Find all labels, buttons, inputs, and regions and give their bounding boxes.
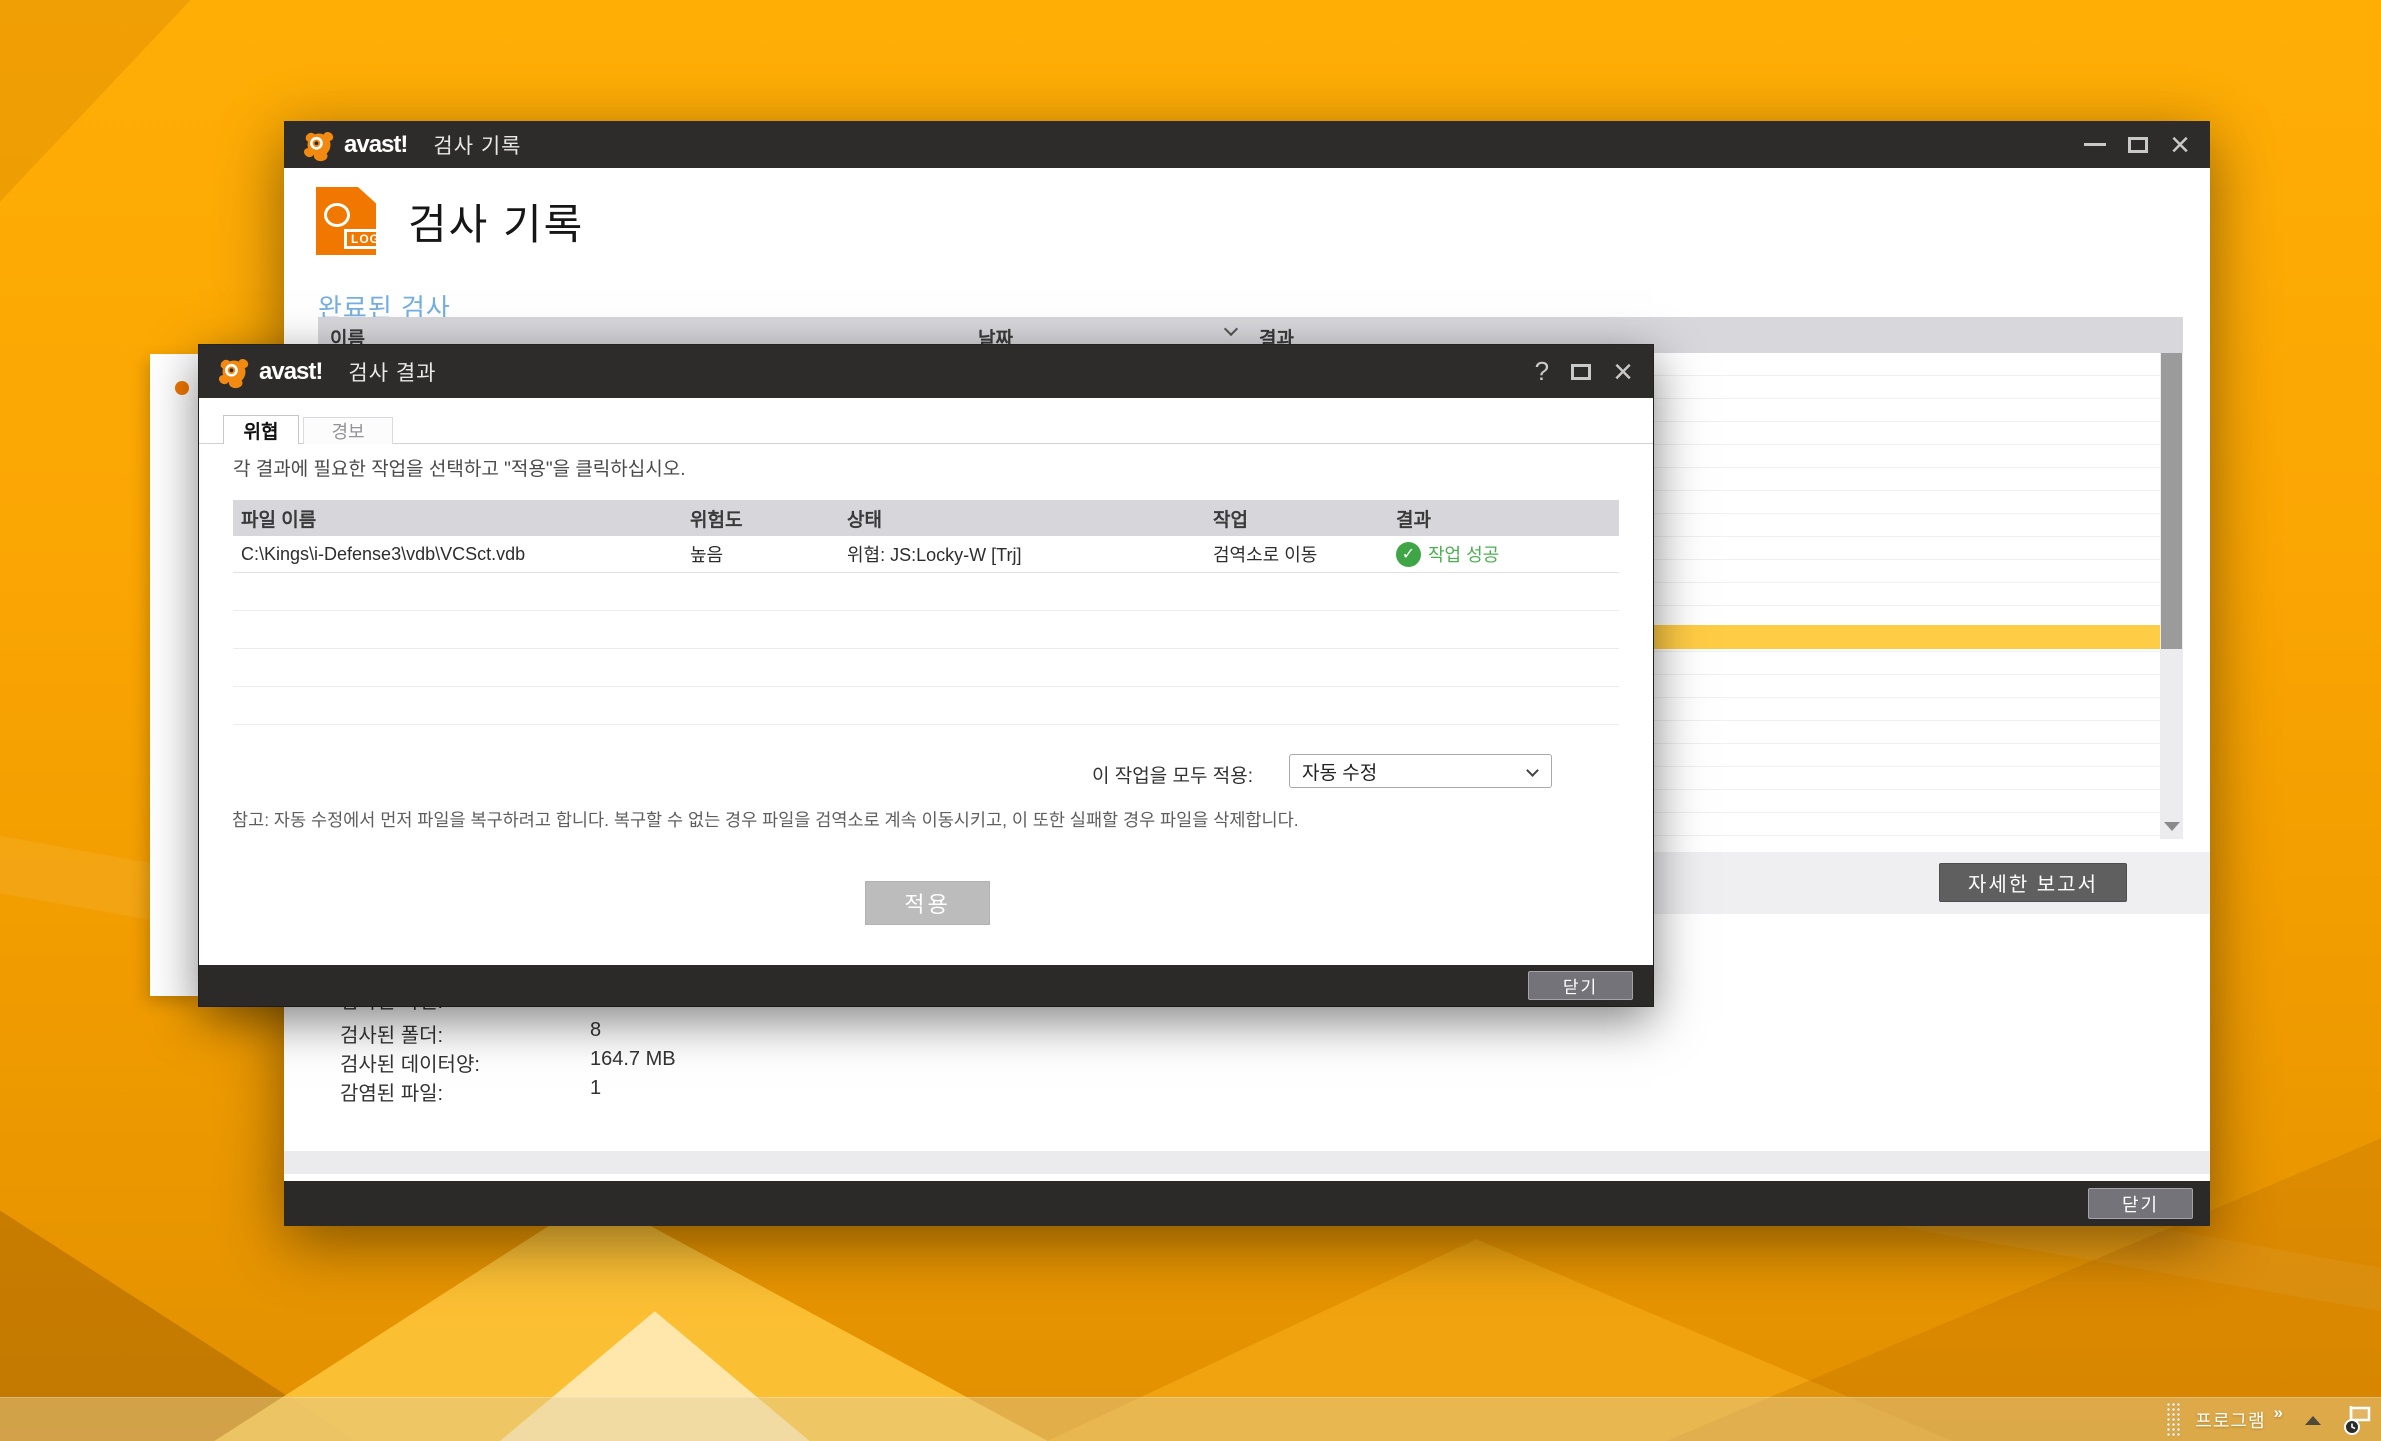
maximize-button[interactable] — [1571, 364, 1591, 380]
dialog-footer: 닫기 — [199, 965, 1653, 1006]
close-window-button[interactable]: × — [2170, 135, 2190, 155]
dialog-close-button[interactable]: 닫기 — [1528, 971, 1633, 1000]
chevron-down-icon — [1526, 764, 1539, 777]
avast-brand-text: avast! — [259, 358, 322, 386]
log-badge: LOG — [344, 229, 387, 249]
stat-label: 감염된 파일: — [340, 1077, 443, 1106]
selected-action: 자동 수정 — [1302, 758, 1377, 785]
desktop: 프로그램 » a — [0, 0, 2381, 1441]
sort-desc-icon[interactable] — [1224, 322, 1238, 336]
scan-log-icon: LOG — [316, 187, 376, 255]
empty-row — [233, 649, 1619, 687]
programs-toolbar-label[interactable]: 프로그램 — [2195, 1407, 2265, 1433]
dialog-title: 검사 결과 — [348, 357, 436, 387]
history-scrollbar[interactable] — [2160, 353, 2183, 839]
show-hidden-icons-icon[interactable] — [2305, 1416, 2321, 1425]
column-result: 결과 — [1388, 505, 1619, 532]
column-status: 상태 — [839, 505, 1205, 532]
stat-value: 1 — [590, 1077, 601, 1100]
action-taken: 검역소로 이동 — [1205, 541, 1388, 567]
stat-label: 검사된 폴더: — [340, 1019, 443, 1048]
maximize-button[interactable] — [2128, 137, 2148, 153]
footer-strip — [284, 1151, 2210, 1174]
orange-dot-icon — [175, 381, 189, 395]
result-table-row[interactable]: C:\Kings\i-Defense3\vdb\VCSct.vdb 높음 위협:… — [233, 536, 1619, 573]
system-tray: 프로그램 » — [2166, 1398, 2373, 1441]
page-title: 검사 기록 — [408, 191, 584, 252]
stat-value: 8 — [590, 1019, 601, 1042]
toolbar-expand-icon[interactable]: » — [2274, 1403, 2283, 1423]
result-table-header: 파일 이름 위험도 상태 작업 결과 — [233, 500, 1619, 536]
column-severity: 위험도 — [682, 505, 839, 532]
tab-divider — [199, 443, 1653, 444]
scrollbar-thumb[interactable] — [2161, 353, 2182, 649]
help-button[interactable]: ? — [1535, 356, 1549, 387]
result-text: 작업 성공 — [1428, 541, 1499, 567]
taskbar[interactable]: 프로그램 » — [0, 1397, 2381, 1441]
scan-result-dialog: avast! 검사 결과 ? × 위협 경보 각 결과에 필요한 작업을 선택하… — [199, 345, 1653, 1006]
instruction-text: 각 결과에 필요한 작업을 선택하고 "적용"을 클릭하십시오. — [233, 454, 685, 481]
column-action: 작업 — [1205, 505, 1388, 532]
close-dialog-button[interactable]: × — [1613, 362, 1633, 382]
severity: 높음 — [682, 541, 839, 567]
history-close-button[interactable]: 닫기 — [2088, 1188, 2193, 1219]
scan-history-titlebar[interactable]: avast! 검사 기록 × — [284, 121, 2210, 168]
avast-logo-icon — [302, 128, 336, 162]
detailed-report-button[interactable]: 자세한 보고서 — [1939, 863, 2127, 902]
toolbar-grip-handle[interactable] — [2166, 1402, 2181, 1438]
window-title: 검사 기록 — [433, 130, 521, 160]
window-footer: 닫기 — [284, 1181, 2210, 1226]
auto-fix-note: 참고: 자동 수정에서 먼저 파일을 복구하려고 합니다. 복구할 수 없는 경… — [232, 807, 1627, 832]
tab-threats[interactable]: 위협 — [223, 415, 299, 444]
file-path: C:\Kings\i-Defense3\vdb\VCSct.vdb — [233, 544, 682, 565]
empty-row — [233, 687, 1619, 725]
avast-brand-text: avast! — [344, 131, 407, 159]
empty-row — [233, 573, 1619, 611]
background-window-edge — [150, 354, 199, 996]
stat-label: 검사된 데이터양: — [340, 1048, 480, 1077]
action-center-flag-icon[interactable] — [2343, 1404, 2373, 1436]
tab-alerts[interactable]: 경보 — [303, 417, 393, 444]
minimize-button[interactable] — [2084, 143, 2106, 146]
success-check-icon: ✓ — [1396, 542, 1421, 567]
apply-all-label: 이 작업을 모두 적용: — [1092, 761, 1253, 788]
column-file-name: 파일 이름 — [233, 505, 682, 532]
apply-button[interactable]: 적용 — [865, 881, 990, 925]
apply-action-select[interactable]: 자동 수정 — [1289, 754, 1552, 788]
threat-status: 위협: JS:Locky-W [Trj] — [839, 541, 1205, 567]
stat-value: 164.7 MB — [590, 1048, 676, 1071]
empty-row — [233, 611, 1619, 649]
scrollbar-down-icon[interactable] — [2164, 822, 2180, 831]
avast-logo-icon — [217, 355, 251, 389]
scan-result-titlebar[interactable]: avast! 검사 결과 ? × — [199, 345, 1653, 398]
